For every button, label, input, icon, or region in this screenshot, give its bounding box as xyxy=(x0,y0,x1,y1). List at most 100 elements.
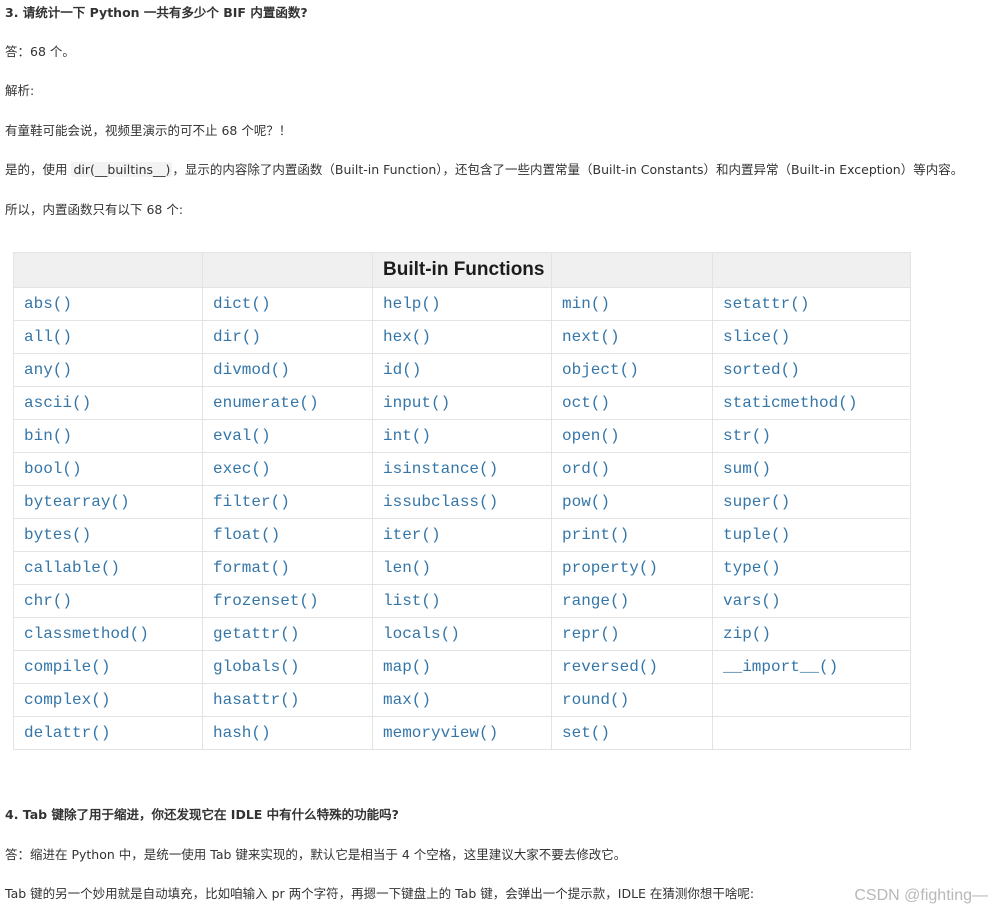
function-link[interactable]: len() xyxy=(383,559,431,577)
function-link[interactable]: input() xyxy=(383,394,450,412)
function-link[interactable]: frozenset() xyxy=(213,592,319,610)
function-link[interactable]: memoryview() xyxy=(383,724,498,742)
table-cell: staticmethod() xyxy=(712,386,911,420)
function-link[interactable]: setattr() xyxy=(723,295,809,313)
function-link[interactable]: repr() xyxy=(562,625,620,643)
builtin-functions-table: Built-in Functions abs() dict() help() min(… xyxy=(13,252,911,750)
function-link[interactable]: delattr() xyxy=(24,724,110,742)
function-link[interactable]: issubclass() xyxy=(383,493,498,511)
table-cell: pow() xyxy=(551,485,713,519)
function-link[interactable]: abs() xyxy=(24,295,72,313)
table-row: complex() hasattr() max() round() xyxy=(13,683,911,717)
table-cell: float() xyxy=(202,518,373,552)
function-link[interactable]: list() xyxy=(383,592,441,610)
function-link[interactable]: bytearray() xyxy=(24,493,130,511)
table-cell: dict() xyxy=(202,287,373,321)
function-link[interactable]: iter() xyxy=(383,526,441,544)
table-cell: filter() xyxy=(202,485,373,519)
table-header-title: Built-in Functions xyxy=(372,252,552,288)
function-link[interactable]: next() xyxy=(562,328,620,346)
table-cell: callable() xyxy=(13,551,203,585)
function-link[interactable]: dir() xyxy=(213,328,261,346)
table-cell: abs() xyxy=(13,287,203,321)
function-link[interactable]: open() xyxy=(562,427,620,445)
table-row: bool() exec() isinstance() ord() sum() xyxy=(13,452,911,486)
function-link[interactable]: hex() xyxy=(383,328,431,346)
function-link[interactable]: isinstance() xyxy=(383,460,498,478)
table-cell: len() xyxy=(372,551,552,585)
table-row: compile() globals() map() reversed() __impor… xyxy=(13,650,911,684)
function-link[interactable]: filter() xyxy=(213,493,290,511)
function-link[interactable]: staticmethod() xyxy=(723,394,857,412)
function-link[interactable]: id() xyxy=(383,361,421,379)
function-link[interactable]: format() xyxy=(213,559,290,577)
function-link[interactable]: float() xyxy=(213,526,280,544)
table-header-cell xyxy=(13,252,203,288)
function-link[interactable]: round() xyxy=(562,691,629,709)
function-link[interactable]: range() xyxy=(562,592,629,610)
function-link[interactable]: __import__() xyxy=(723,658,838,676)
function-link[interactable]: vars() xyxy=(723,592,781,610)
function-link[interactable]: type() xyxy=(723,559,781,577)
function-link[interactable]: callable() xyxy=(24,559,120,577)
table-cell: format() xyxy=(202,551,373,585)
table-cell: setattr() xyxy=(712,287,911,321)
table-cell: enumerate() xyxy=(202,386,373,420)
table-cell: compile() xyxy=(13,650,203,684)
function-link[interactable]: property() xyxy=(562,559,658,577)
function-link[interactable]: min() xyxy=(562,295,610,313)
function-link[interactable]: tuple() xyxy=(723,526,790,544)
table-cell: memoryview() xyxy=(372,716,552,750)
table-row: bytes() float() iter() print() tuple() xyxy=(13,518,911,552)
function-link[interactable]: sorted() xyxy=(723,361,800,379)
function-link[interactable]: oct() xyxy=(562,394,610,412)
function-link[interactable]: object() xyxy=(562,361,639,379)
function-link[interactable]: hasattr() xyxy=(213,691,299,709)
question-4-answer: 答：缩进在 Python 中，是统一使用 Tab 键来实现的，默认它是相当于 4… xyxy=(5,847,627,862)
function-link[interactable]: int() xyxy=(383,427,431,445)
function-link[interactable]: bool() xyxy=(24,460,82,478)
function-link[interactable]: all() xyxy=(24,328,72,346)
function-link[interactable]: dict() xyxy=(213,295,271,313)
function-link[interactable]: super() xyxy=(723,493,790,511)
function-link[interactable]: eval() xyxy=(213,427,271,445)
function-link[interactable]: help() xyxy=(383,295,441,313)
table-row: all() dir() hex() next() slice() xyxy=(13,320,911,354)
function-link[interactable]: bin() xyxy=(24,427,72,445)
function-link[interactable]: sum() xyxy=(723,460,771,478)
table-cell: max() xyxy=(372,683,552,717)
function-link[interactable]: complex() xyxy=(24,691,110,709)
function-link[interactable]: str() xyxy=(723,427,771,445)
function-link[interactable]: locals() xyxy=(383,625,460,643)
table-cell: isinstance() xyxy=(372,452,552,486)
function-link[interactable]: exec() xyxy=(213,460,271,478)
table-header-cell xyxy=(551,252,713,288)
function-link[interactable]: set() xyxy=(562,724,610,742)
function-link[interactable]: chr() xyxy=(24,592,72,610)
function-link[interactable]: map() xyxy=(383,658,431,676)
function-link[interactable]: classmethod() xyxy=(24,625,149,643)
function-link[interactable]: zip() xyxy=(723,625,771,643)
function-link[interactable]: print() xyxy=(562,526,629,544)
table-cell: bytes() xyxy=(13,518,203,552)
function-link[interactable]: slice() xyxy=(723,328,790,346)
function-link[interactable]: compile() xyxy=(24,658,110,676)
function-link[interactable]: max() xyxy=(383,691,431,709)
function-link[interactable]: globals() xyxy=(213,658,299,676)
table-row: bin() eval() int() open() str() xyxy=(13,419,911,453)
function-link[interactable]: bytes() xyxy=(24,526,91,544)
function-link[interactable]: any() xyxy=(24,361,72,379)
function-link[interactable]: ord() xyxy=(562,460,610,478)
function-link[interactable]: getattr() xyxy=(213,625,299,643)
table-cell: bytearray() xyxy=(13,485,203,519)
table-cell: eval() xyxy=(202,419,373,453)
function-link[interactable]: enumerate() xyxy=(213,394,319,412)
table-cell: complex() xyxy=(13,683,203,717)
table-cell: sum() xyxy=(712,452,911,486)
table-row: chr() frozenset() list() range() vars() xyxy=(13,584,911,618)
function-link[interactable]: ascii() xyxy=(24,394,91,412)
function-link[interactable]: pow() xyxy=(562,493,610,511)
function-link[interactable]: hash() xyxy=(213,724,271,742)
function-link[interactable]: divmod() xyxy=(213,361,290,379)
function-link[interactable]: reversed() xyxy=(562,658,658,676)
